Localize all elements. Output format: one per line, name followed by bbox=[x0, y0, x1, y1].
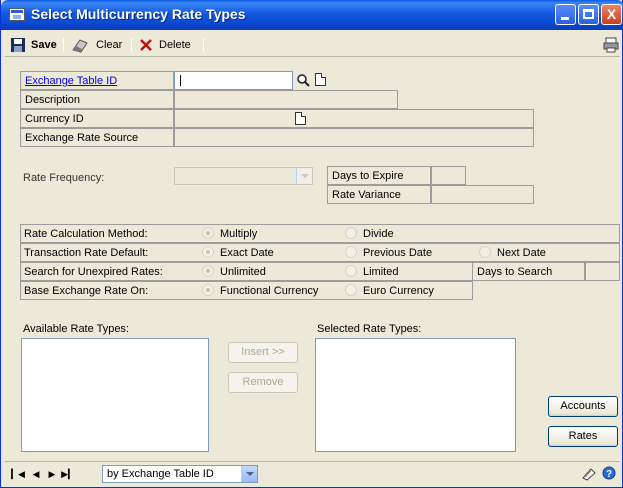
window-icon bbox=[9, 8, 25, 21]
window-title: Select Multicurrency Rate Types bbox=[31, 6, 246, 22]
eraser-icon bbox=[72, 39, 88, 53]
description-label: Description bbox=[20, 90, 174, 109]
previous-record-icon[interactable]: ◀ bbox=[29, 467, 43, 481]
insert-button[interactable]: Insert >> bbox=[228, 342, 298, 363]
limited-radio-label: Limited bbox=[363, 266, 399, 278]
functional-currency-radio-label: Functional Currency bbox=[220, 285, 319, 297]
red-x-icon bbox=[140, 39, 152, 51]
exchange-rate-source-label: Exchange Rate Source bbox=[20, 128, 174, 147]
toolbar-separator bbox=[63, 38, 64, 52]
exchange-table-id-input[interactable] bbox=[174, 71, 293, 90]
next-record-icon[interactable]: ▶ bbox=[45, 467, 59, 481]
minimize-icon bbox=[561, 17, 569, 20]
currency-id-label: Currency ID bbox=[20, 109, 174, 128]
browse-bar: ▎◀ ◀ ▶ ▶▎ by Exchange Table ID ? bbox=[5, 461, 620, 485]
radio-icon bbox=[345, 227, 357, 239]
rate-variance-label: Rate Variance bbox=[327, 185, 431, 204]
remove-button[interactable]: Remove bbox=[228, 372, 298, 393]
toolbar-separator bbox=[203, 38, 204, 52]
accounts-button-label: Accounts bbox=[560, 400, 606, 412]
browse-by-value: by Exchange Table ID bbox=[107, 468, 214, 480]
radio-icon bbox=[345, 284, 357, 296]
euro-currency-radio-label: Euro Currency bbox=[363, 285, 434, 297]
selected-rate-types-label: Selected Rate Types: bbox=[317, 323, 422, 335]
selected-rate-types-list[interactable] bbox=[315, 338, 516, 452]
divide-radio[interactable]: Divide bbox=[345, 227, 394, 241]
save-button[interactable]: Save bbox=[31, 37, 57, 53]
insert-button-label: Insert >> bbox=[241, 346, 285, 358]
transaction-default-label: Transaction Rate Default: bbox=[24, 247, 149, 259]
title-bar[interactable]: Select Multicurrency Rate Types X bbox=[1, 0, 623, 30]
functional-currency-radio[interactable]: Functional Currency bbox=[202, 284, 318, 298]
next-date-radio-label: Next Date bbox=[497, 247, 546, 259]
magnifier-icon[interactable] bbox=[296, 73, 310, 87]
window: Select Multicurrency Rate Types X Save C… bbox=[0, 0, 623, 488]
clear-button[interactable]: Clear bbox=[96, 37, 122, 53]
radio-icon bbox=[345, 246, 357, 258]
last-record-icon[interactable]: ▶▎ bbox=[61, 467, 75, 481]
radio-selected-icon bbox=[202, 227, 214, 239]
svg-text:?: ? bbox=[606, 469, 612, 480]
help-icon[interactable]: ? bbox=[602, 466, 616, 480]
close-button[interactable]: X bbox=[601, 4, 622, 25]
available-rate-types-list[interactable] bbox=[21, 338, 209, 452]
chevron-down-icon bbox=[241, 466, 257, 482]
first-record-icon[interactable]: ▎◀ bbox=[11, 467, 25, 481]
days-to-expire-field bbox=[431, 166, 466, 185]
printer-icon[interactable] bbox=[603, 37, 619, 53]
toolbar-separator bbox=[131, 38, 132, 52]
remove-button-label: Remove bbox=[242, 376, 284, 388]
currency-id-field bbox=[174, 109, 534, 128]
multiply-radio-label: Multiply bbox=[220, 228, 258, 240]
exchange-table-id-label[interactable]: Exchange Table ID bbox=[20, 71, 174, 90]
next-date-radio[interactable]: Next Date bbox=[479, 246, 546, 260]
unlimited-radio-label: Unlimited bbox=[220, 266, 266, 278]
available-rate-types-label: Available Rate Types: bbox=[23, 323, 129, 335]
new-document-icon[interactable] bbox=[315, 73, 326, 86]
maximize-icon bbox=[583, 9, 594, 19]
rates-button-label: Rates bbox=[568, 430, 598, 442]
description-field bbox=[174, 90, 398, 109]
radio-selected-icon bbox=[202, 265, 214, 277]
days-to-search-label: Days to Search bbox=[472, 262, 585, 281]
rates-button[interactable]: Rates bbox=[548, 426, 618, 447]
exact-date-radio[interactable]: Exact Date bbox=[202, 246, 274, 260]
exchange-table-id-link[interactable]: Exchange Table ID bbox=[25, 75, 117, 87]
unlimited-radio[interactable]: Unlimited bbox=[202, 265, 266, 279]
exchange-rate-source-field bbox=[174, 128, 534, 147]
radio-icon bbox=[479, 246, 491, 258]
rate-frequency-dropdown[interactable] bbox=[174, 167, 313, 185]
rate-calculation-label: Rate Calculation Method: bbox=[24, 228, 148, 240]
multiply-radio[interactable]: Multiply bbox=[202, 227, 257, 241]
rate-variance-field bbox=[431, 185, 534, 204]
euro-currency-radio[interactable]: Euro Currency bbox=[345, 284, 434, 298]
radio-icon bbox=[345, 265, 357, 277]
divide-radio-label: Divide bbox=[363, 228, 394, 240]
note-icon[interactable] bbox=[581, 467, 597, 481]
browse-by-dropdown[interactable]: by Exchange Table ID bbox=[102, 465, 258, 483]
days-to-search-field bbox=[585, 262, 620, 281]
previous-date-radio-label: Previous Date bbox=[363, 247, 433, 259]
previous-date-radio[interactable]: Previous Date bbox=[345, 246, 432, 260]
base-exchange-label: Base Exchange Rate On: bbox=[24, 285, 149, 297]
toolbar: Save Clear Delete bbox=[5, 33, 620, 57]
new-document-icon[interactable] bbox=[295, 112, 306, 125]
limited-radio[interactable]: Limited bbox=[345, 265, 398, 279]
accounts-button[interactable]: Accounts bbox=[548, 396, 618, 417]
chevron-down-icon bbox=[296, 168, 312, 184]
radio-selected-icon bbox=[202, 284, 214, 296]
text-cursor bbox=[180, 75, 181, 86]
close-icon: X bbox=[606, 6, 617, 22]
floppy-disk-icon bbox=[11, 38, 25, 52]
days-to-expire-label: Days to Expire bbox=[327, 166, 431, 185]
rate-frequency-label: Rate Frequency: bbox=[23, 172, 105, 184]
delete-button[interactable]: Delete bbox=[159, 37, 191, 53]
minimize-button[interactable] bbox=[555, 4, 576, 25]
search-unexpired-label: Search for Unexpired Rates: bbox=[24, 266, 163, 278]
exact-date-radio-label: Exact Date bbox=[220, 247, 274, 259]
radio-selected-icon bbox=[202, 246, 214, 258]
maximize-button[interactable] bbox=[578, 4, 599, 25]
